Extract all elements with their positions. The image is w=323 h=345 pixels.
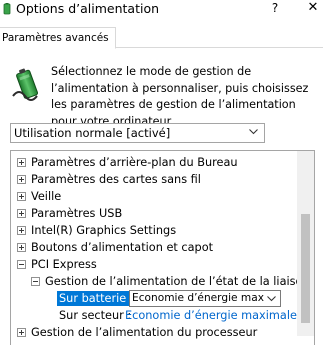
expand-plus-icon[interactable] (17, 243, 26, 252)
tree-item-label: Paramètres des cartes sans fil (31, 173, 201, 186)
battery-value-selected: Economie d’énergie maximale (132, 292, 264, 304)
tab-strip: Paramètres avancés (0, 25, 323, 49)
power-plan-selected: Utilisation normale [activé] (14, 126, 171, 140)
chevron-down-icon (267, 296, 276, 302)
tree-item-label: Gestion de l’alimentation de l’état de l… (45, 275, 310, 288)
collapse-minus-icon[interactable] (17, 260, 26, 269)
setting-on-battery[interactable]: Sur batterie : Economie d’énergie maxima… (11, 290, 306, 307)
help-button[interactable]: ? (268, 1, 282, 15)
chevron-down-icon (249, 129, 258, 135)
expand-plus-icon[interactable] (17, 175, 26, 184)
tree-scrollbar[interactable] (297, 151, 314, 336)
battery-icon (12, 68, 39, 101)
expand-plus-icon[interactable] (17, 209, 26, 218)
collapse-minus-icon[interactable] (31, 277, 40, 286)
title-bar: Options d’alimentation ? ✕ (0, 0, 323, 20)
tree-item-label: Paramètres d’arrière-plan du Bureau (31, 156, 238, 169)
window-title: Options d’alimentation (16, 1, 160, 16)
expand-plus-icon[interactable] (17, 158, 26, 167)
tree-item-label: Intel(R) Graphics Settings (31, 224, 177, 237)
tab-advanced-settings[interactable]: Paramètres avancés (0, 27, 116, 49)
close-button[interactable]: ✕ (306, 0, 320, 15)
expand-plus-icon[interactable] (17, 226, 26, 235)
tree-item-label: PCI Express (31, 258, 97, 271)
power-plan-dropdown[interactable]: Utilisation normale [activé] (10, 123, 265, 143)
tree-item-label: Gestion de l’alimentation du processeur (31, 326, 258, 339)
setting-label-ac: Sur secteur : (59, 309, 132, 322)
tree-item-label: Veille (31, 190, 62, 203)
settings-tree: Paramètres d’arrière-plan du Bureau Para… (10, 150, 315, 345)
scrollbar-thumb[interactable] (301, 214, 310, 323)
battery-value-dropdown[interactable]: Economie d’énergie maximale (129, 290, 281, 307)
expand-plus-icon[interactable] (17, 192, 26, 201)
ac-value-link[interactable]: Economie d’énergie maximale (125, 307, 297, 324)
tree-item-label: Paramètres USB (31, 207, 123, 220)
power-options-icon (3, 3, 11, 15)
tree-item-label: Boutons d’alimentation et capot (31, 241, 214, 254)
description-text: Sélectionnez le mode de gestion de l’ali… (51, 65, 309, 128)
setting-label-battery: Sur batterie : (57, 291, 136, 306)
